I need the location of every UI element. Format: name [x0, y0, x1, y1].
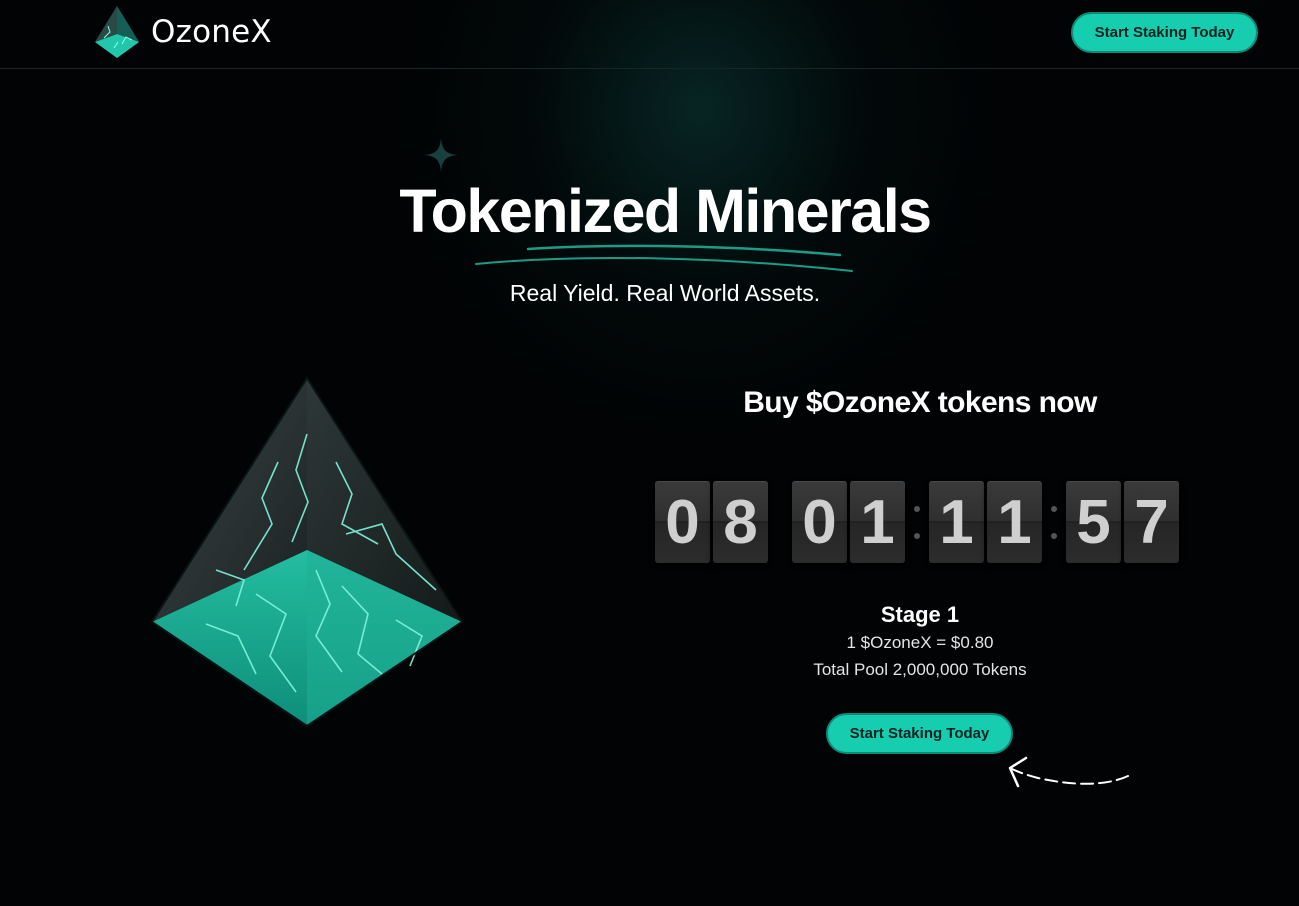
site-header: OzoneX Start Staking Today: [0, 0, 1299, 69]
sparkle-icon: [424, 138, 458, 172]
pyramid-logo-icon: [95, 6, 139, 58]
flip-digit: 1: [987, 481, 1042, 563]
title-underline: [475, 244, 853, 272]
curved-arrow-icon: [1008, 756, 1129, 788]
countdown-separator: [914, 503, 920, 543]
countdown-days: 0 8: [655, 481, 768, 563]
flip-digit: 1: [929, 481, 984, 563]
flip-digit: 7: [1124, 481, 1179, 563]
countdown-hours: 0 1: [792, 481, 905, 563]
countdown-timer: 0 8 0 1 1 1 5 7: [655, 481, 1181, 565]
flip-digit: 0: [792, 481, 847, 563]
hero-title: Tokenized Minerals: [399, 177, 932, 245]
brand-name: OzoneX: [151, 14, 272, 50]
flip-digit: 0: [655, 481, 710, 563]
total-pool: Total Pool 2,000,000 Tokens: [813, 660, 1027, 679]
start-staking-button[interactable]: Start Staking Today: [826, 713, 1013, 754]
countdown-separator: [1051, 503, 1057, 543]
landing-page: OzoneX Start Staking Today Tokenized Min…: [0, 0, 1299, 906]
presale-title: Buy $OzoneX tokens now: [743, 386, 1097, 419]
pyramid-crystal-illustration: [150, 376, 464, 728]
header-start-staking-button[interactable]: Start Staking Today: [1071, 12, 1258, 53]
token-price: 1 $OzoneX = $0.80: [846, 633, 994, 652]
countdown-seconds: 5 7: [1066, 481, 1179, 563]
hero-subtitle: Real Yield. Real World Assets.: [509, 280, 821, 306]
flip-digit: 8: [713, 481, 768, 563]
brand-logo[interactable]: OzoneX: [92, 4, 272, 60]
flip-digit: 5: [1066, 481, 1121, 563]
stage-label: Stage 1: [880, 602, 960, 627]
countdown-minutes: 1 1: [929, 481, 1042, 563]
flip-digit: 1: [850, 481, 905, 563]
